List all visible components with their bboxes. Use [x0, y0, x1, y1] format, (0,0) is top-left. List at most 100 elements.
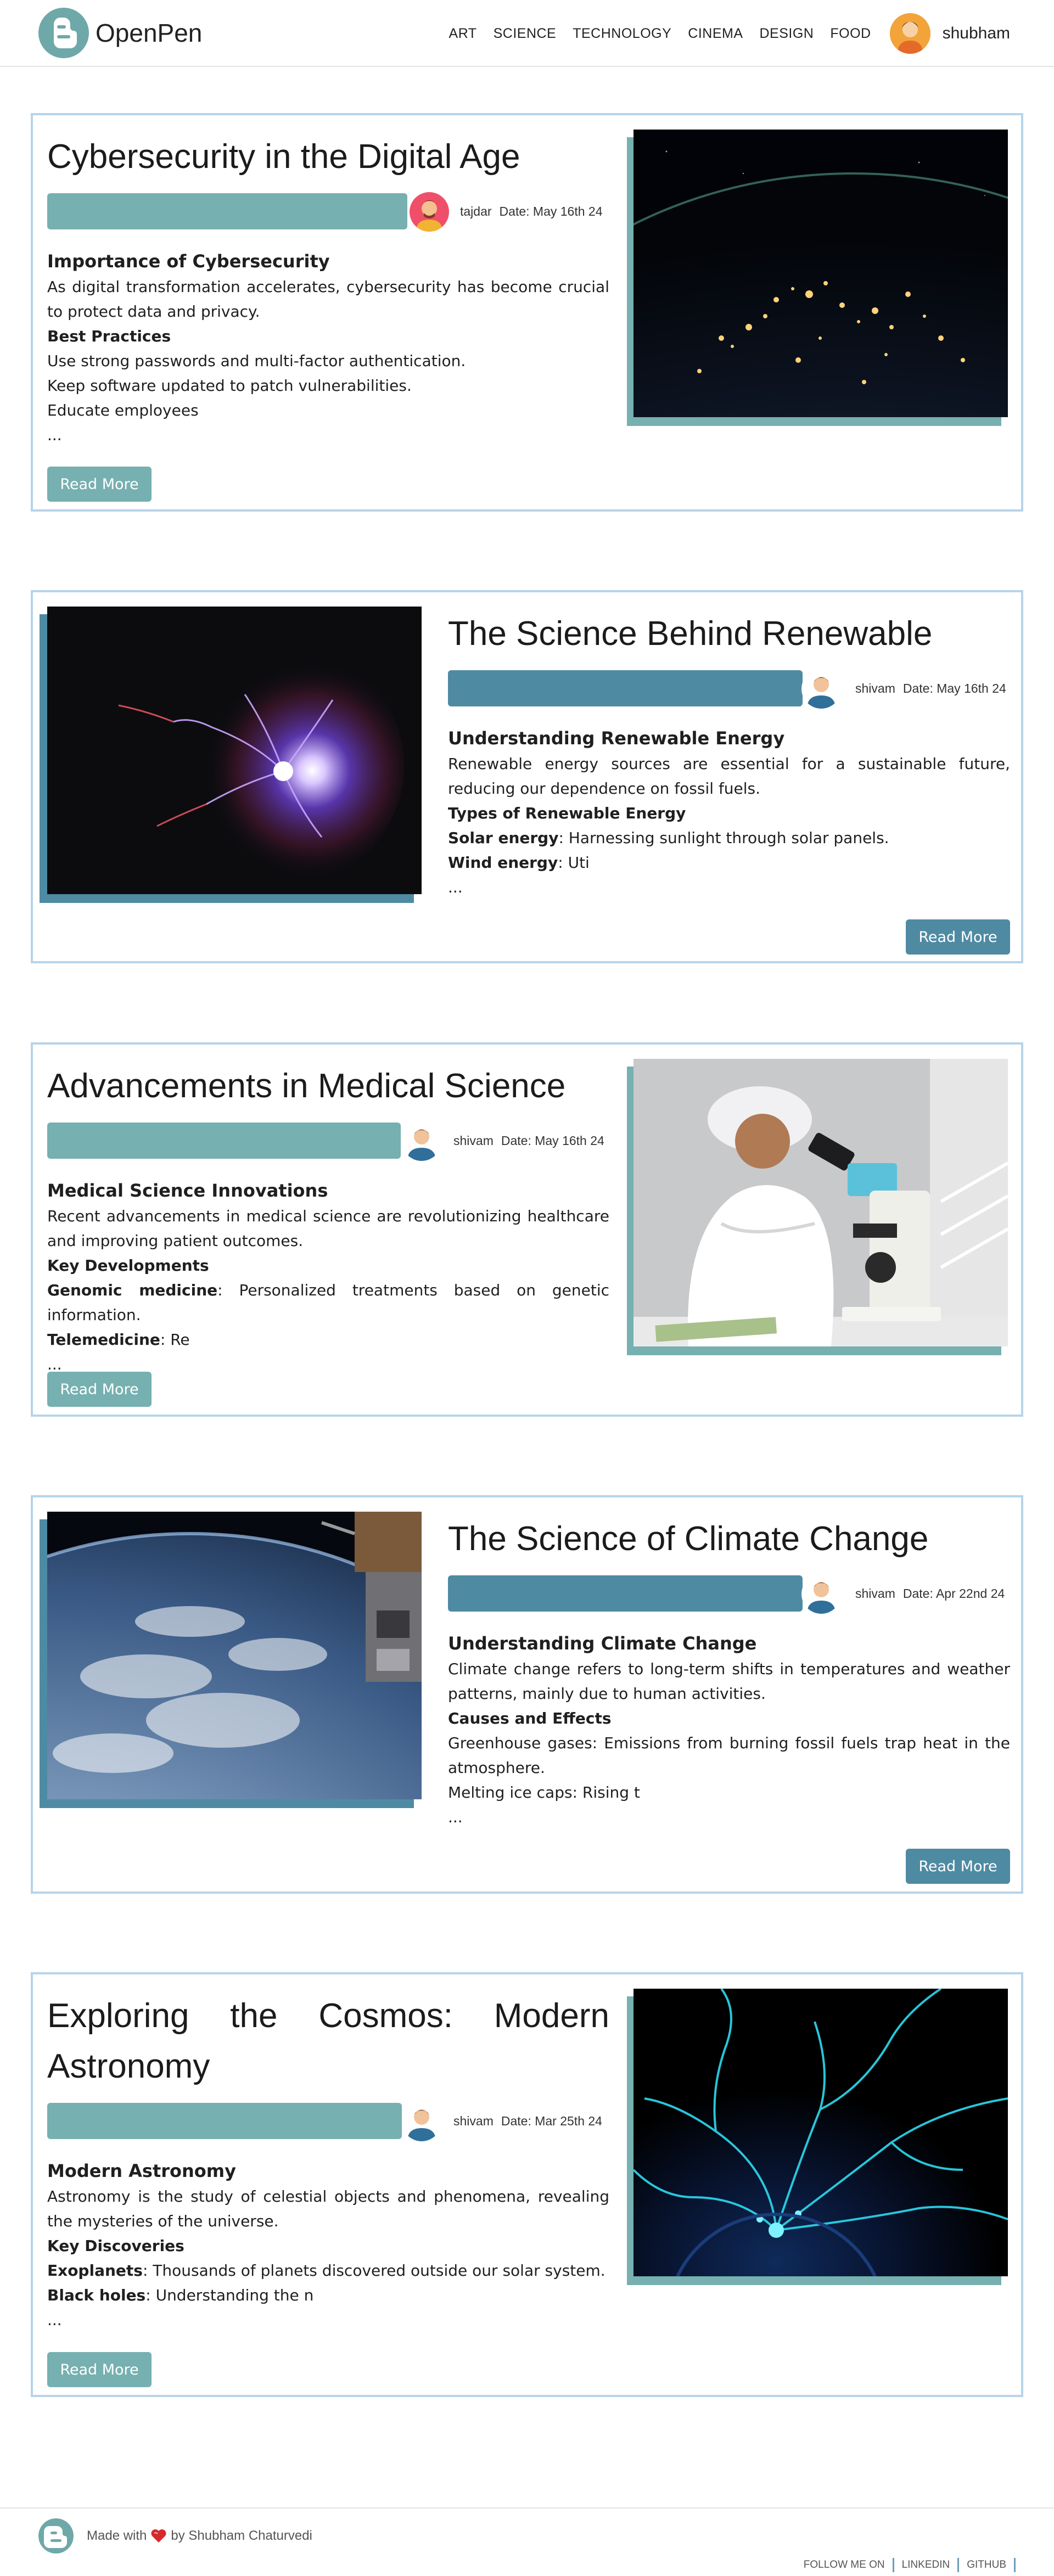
title-bar — [47, 2103, 402, 2139]
post-image-earth-night[interactable] — [633, 130, 1008, 417]
post-image-microscope[interactable] — [633, 1059, 1008, 1346]
post-image-blue-plasma[interactable] — [633, 1989, 1008, 2276]
author-avatar — [410, 192, 449, 232]
post-date: Date: May 16th 24 — [499, 204, 603, 218]
excerpt-subheading: Types of Renewable Energy — [448, 804, 686, 822]
post-card: Advancements in Medical Science shivam Da… — [31, 1042, 1023, 1417]
post-meta: shivam Date: Apr 22nd 24 — [855, 1586, 1005, 1601]
title-bar — [448, 670, 803, 706]
excerpt-item: Black holes: Understanding the n — [47, 2286, 314, 2304]
title-bar — [47, 193, 407, 229]
excerpt-item: Telemedicine: Re — [47, 1331, 190, 1349]
excerpt-heading: Medical Science Innovations — [47, 1180, 328, 1201]
nav-link-food[interactable]: FOOD — [830, 26, 871, 42]
heart-icon — [151, 2529, 166, 2543]
title-bar — [448, 1575, 803, 1612]
nav-link-art[interactable]: ART — [449, 26, 477, 42]
footer-links: FOLLOW ME ON LINKEDIN GITHUB — [796, 2558, 1016, 2572]
post-meta: shivam Date: May 16th 24 — [855, 681, 1006, 696]
footer: Made with by Shubham Chaturvedi FOLLOW M… — [0, 2507, 1054, 2576]
post-excerpt: Medical Science Innovations Recent advan… — [47, 1176, 609, 1377]
excerpt-subheading: Causes and Effects — [448, 1709, 612, 1727]
post-meta: shivam Date: Mar 25th 24 — [453, 2114, 602, 2129]
author-name: shivam — [855, 1586, 895, 1601]
excerpt-item: Solar energy: Harnessing sunlight throug… — [448, 829, 889, 847]
excerpt-subheading: Key Developments — [47, 1256, 209, 1275]
excerpt-intro: As digital transformation accelerates, c… — [47, 278, 609, 321]
linkedin-link[interactable]: LINKEDIN — [894, 2558, 960, 2572]
navbar: OpenPen ART SCIENCE TECHNOLOGY CINEMA DE… — [0, 0, 1054, 67]
excerpt-line: Greenhouse gases: Emissions from burning… — [448, 1734, 1010, 1777]
excerpt-line: Melting ice caps: Rising t — [448, 1783, 640, 1801]
blogger-logo-icon[interactable] — [38, 8, 89, 58]
author-avatar — [402, 1121, 441, 1161]
post-card: Exploring the Cosmos: Modern Astronomy s… — [31, 1972, 1023, 2397]
post-card: The Science Behind Renewable Energy shiv… — [31, 590, 1023, 963]
excerpt-subheading: Key Discoveries — [47, 2237, 184, 2255]
nav-link-design[interactable]: DESIGN — [760, 26, 814, 42]
author-name: shivam — [453, 1133, 494, 1148]
post-title[interactable]: Exploring the Cosmos: Modern Astronomy — [47, 1991, 609, 2092]
excerpt-line: Use strong passwords and multi-factor au… — [47, 352, 466, 370]
post-excerpt: Understanding Climate Change Climate cha… — [448, 1629, 1010, 1829]
title-bar — [47, 1123, 401, 1159]
excerpt-ellipsis: ... — [47, 2311, 62, 2329]
github-link[interactable]: GITHUB — [959, 2558, 1016, 2572]
nav-link-technology[interactable]: TECHNOLOGY — [573, 26, 671, 42]
post-image-plasma-ball[interactable] — [47, 607, 422, 894]
nav-link-cinema[interactable]: CINEMA — [688, 26, 743, 42]
post-date: Date: May 16th 24 — [501, 1133, 604, 1148]
author-credit: by Shubham Chaturvedi — [171, 2528, 312, 2543]
excerpt-ellipsis: ... — [448, 1808, 463, 1826]
post-title[interactable]: Advancements in Medical Science — [47, 1061, 602, 1112]
post-meta: tajdar Date: May 16th 24 — [460, 204, 603, 219]
post-excerpt: Importance of Cybersecurity As digital t… — [47, 247, 609, 447]
author-avatar — [402, 2102, 441, 2141]
post-title[interactable]: The Science of Climate Change — [448, 1514, 1008, 1564]
post-excerpt: Understanding Renewable Energy Renewable… — [448, 724, 1010, 900]
excerpt-subheading: Best Practices — [47, 327, 171, 345]
nav-link-science[interactable]: SCIENCE — [494, 26, 557, 42]
author-name: shivam — [855, 681, 895, 695]
read-more-button[interactable]: Read More — [906, 1849, 1010, 1884]
post-card: Cybersecurity in the Digital Age tajdar D… — [31, 113, 1023, 512]
author-name: tajdar — [460, 204, 492, 218]
brand-name[interactable]: OpenPen — [96, 18, 202, 48]
read-more-button[interactable]: Read More — [47, 1372, 152, 1407]
excerpt-line: Keep software updated to patch vulnerabi… — [47, 377, 412, 395]
read-more-button[interactable]: Read More — [906, 919, 1010, 955]
excerpt-heading: Modern Astronomy — [47, 2160, 236, 2181]
excerpt-intro: Renewable energy sources are essential f… — [448, 755, 1010, 798]
excerpt-ellipsis: ... — [47, 426, 62, 444]
post-excerpt: Modern Astronomy Astronomy is the study … — [47, 2157, 609, 2332]
excerpt-heading: Importance of Cybersecurity — [47, 251, 330, 272]
post-title[interactable]: Cybersecurity in the Digital Age — [47, 132, 602, 182]
excerpt-intro: Recent advancements in medical science a… — [47, 1207, 609, 1250]
author-name: shivam — [453, 2114, 494, 2128]
excerpt-item: Wind energy: Uti — [448, 854, 590, 872]
footer-credit: Made with by Shubham Chaturvedi — [87, 2528, 312, 2544]
excerpt-line: Educate employees — [47, 401, 199, 419]
blogger-logo-icon[interactable] — [38, 2518, 74, 2553]
made-with-text: Made with — [87, 2528, 147, 2543]
excerpt-ellipsis: ... — [448, 878, 463, 896]
user-avatar[interactable] — [889, 13, 930, 54]
nav-links: ART SCIENCE TECHNOLOGY CINEMA DESIGN FOO… — [433, 0, 1054, 67]
read-more-button[interactable]: Read More — [47, 467, 152, 502]
brand[interactable]: OpenPen — [38, 8, 202, 58]
author-avatar — [801, 669, 841, 709]
username[interactable]: shubham — [943, 24, 1010, 43]
read-more-button[interactable]: Read More — [47, 2352, 152, 2387]
excerpt-heading: Understanding Renewable Energy — [448, 728, 785, 749]
post-date: Date: May 16th 24 — [902, 681, 1006, 695]
excerpt-intro: Astronomy is the study of celestial obje… — [47, 2187, 609, 2230]
follow-me-label: FOLLOW ME ON — [796, 2558, 894, 2572]
excerpt-heading: Understanding Climate Change — [448, 1633, 757, 1654]
excerpt-item: Exoplanets: Thousands of planets discove… — [47, 2261, 606, 2280]
author-avatar — [801, 1574, 841, 1614]
post-image-earth-orbit[interactable] — [47, 1512, 422, 1799]
post-date: Date: Apr 22nd 24 — [902, 1586, 1005, 1601]
excerpt-item: Genomic medicine: Personalized treatment… — [47, 1281, 610, 1324]
post-date: Date: Mar 25th 24 — [501, 2114, 602, 2128]
post-card: The Science of Climate Change shivam Date… — [31, 1495, 1023, 1894]
